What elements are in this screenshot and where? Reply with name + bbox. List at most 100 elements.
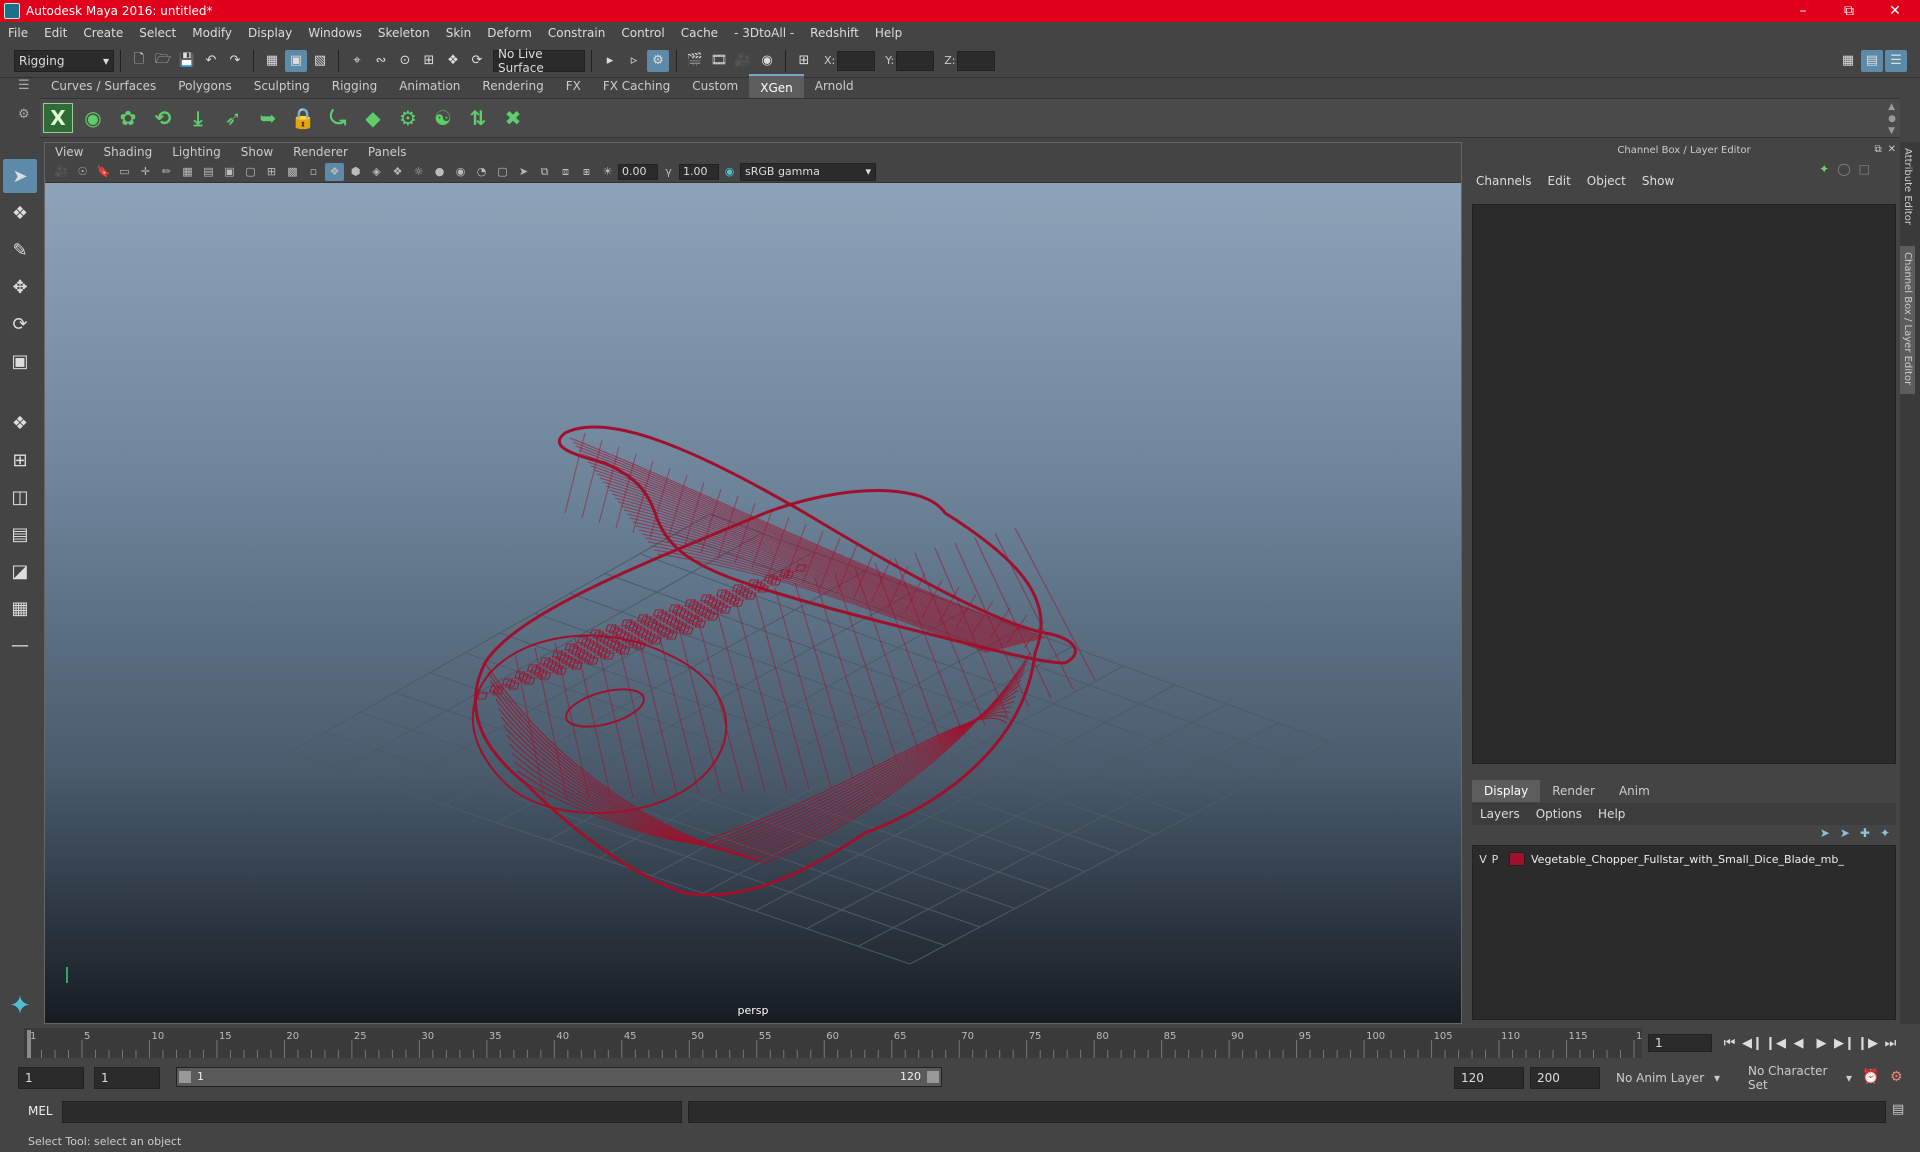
xray-icon[interactable]: ⧉ [535, 163, 554, 181]
layer-visibility-toggle[interactable]: V [1477, 853, 1489, 866]
shadows-icon[interactable]: ● [430, 163, 449, 181]
shelf-menu-icon[interactable]: ☰ [18, 78, 30, 93]
go-to-start-icon[interactable]: ⏮ [1718, 1031, 1741, 1055]
current-frame-field[interactable]: 1 [1648, 1034, 1712, 1052]
range-slider[interactable]: 1 120 [176, 1067, 942, 1087]
animation-preferences-icon[interactable]: ⚙ [1890, 1069, 1903, 1085]
menu-redshift[interactable]: Redshift [802, 26, 867, 40]
move-layer-up-icon[interactable]: ➤ [1820, 826, 1830, 840]
play-backward-icon[interactable]: ◀ [1787, 1031, 1810, 1055]
scale-manip-icon[interactable]: □ [1859, 162, 1870, 176]
restore-icon[interactable]: ⧉ [1826, 0, 1872, 22]
layer-menu-help[interactable]: Help [1590, 807, 1633, 821]
scene-3d[interactable] [45, 183, 1461, 983]
rotate-manip-icon[interactable]: ◯ [1837, 162, 1850, 176]
viewport-canvas[interactable]: persp [45, 183, 1461, 1023]
attribute-editor-side-tab[interactable]: Attribute Editor [1900, 142, 1915, 232]
step-forward-key-icon[interactable]: ❙▶ [1856, 1031, 1879, 1055]
x-coordinate-field[interactable] [837, 50, 876, 71]
grid-icon[interactable]: ▦ [178, 163, 197, 181]
use-all-lights-icon[interactable]: ☼ [409, 163, 428, 181]
playback-start-field[interactable]: 1 [94, 1067, 160, 1089]
menu-edit[interactable]: Edit [36, 26, 75, 40]
z-coordinate-field[interactable] [957, 50, 996, 71]
y-coordinate-field[interactable] [896, 50, 935, 71]
close-icon[interactable]: ✕ [1872, 0, 1918, 22]
rotate-tool-icon[interactable]: ⟳ [3, 307, 37, 341]
single-perspective-layout-icon[interactable]: ❖ [3, 406, 37, 440]
xgen-sculpt-guide-icon[interactable]: ✖ [498, 103, 528, 133]
menu-constrain[interactable]: Constrain [540, 26, 614, 40]
viewport-menu-show[interactable]: Show [231, 145, 283, 159]
move-layer-down-icon[interactable]: ➤ [1840, 826, 1850, 840]
xgen-flip-guide-icon[interactable]: ⇅ [463, 103, 493, 133]
select-tool-icon[interactable]: ➤ [3, 159, 37, 193]
shelf-tab-fx[interactable]: FX [555, 74, 592, 98]
script-editor-icon[interactable]: ▤ [1892, 1102, 1912, 1122]
shelf-tab-arnold[interactable]: Arnold [804, 74, 865, 98]
xgen-editor-icon[interactable]: X [43, 103, 73, 133]
channel-menu-channels[interactable]: Channels [1468, 174, 1540, 188]
gate-mask-icon[interactable]: ▢ [241, 163, 260, 181]
wireframe-icon[interactable]: ❖ [325, 162, 344, 181]
four-view-layout-icon[interactable]: ⊞ [3, 443, 37, 477]
channel-menu-show[interactable]: Show [1634, 174, 1682, 188]
shelf-tab-curves-surfaces[interactable]: Curves / Surfaces [40, 74, 167, 98]
menu-skeleton[interactable]: Skeleton [370, 26, 438, 40]
snap-live-icon[interactable]: ❖ [442, 50, 464, 72]
shelf-tab-fx-caching[interactable]: FX Caching [592, 74, 681, 98]
move-tool-icon[interactable]: ✥ [3, 270, 37, 304]
snap-grid-icon[interactable]: ⌖ [346, 50, 368, 72]
float-panel-icon[interactable]: ⧉ [1874, 144, 1881, 155]
play-forward-icon[interactable]: ▶ [1810, 1031, 1833, 1055]
shelf-tab-polygons[interactable]: Polygons [167, 74, 242, 98]
close-panel-icon[interactable]: ✕ [1888, 144, 1896, 155]
anim-layer-dropdown[interactable]: No Anim Layer ▾ [1616, 1067, 1720, 1089]
menu-3dtoall[interactable]: - 3DtoAll - [726, 26, 802, 40]
shelf-tab-rigging[interactable]: Rigging [321, 74, 388, 98]
script-language-label[interactable]: MEL [28, 1104, 53, 1118]
motion-blur-icon[interactable]: ◔ [472, 163, 491, 181]
step-forward-frame-icon[interactable]: ▶❙ [1833, 1031, 1856, 1055]
textured-icon[interactable]: ❖ [388, 163, 407, 181]
range-start-handle[interactable] [179, 1071, 191, 1083]
layer-menu-layers[interactable]: Layers [1472, 807, 1528, 821]
snap-curve-icon[interactable]: ∾ [370, 50, 392, 72]
playback-end-field[interactable]: 120 [1454, 1067, 1524, 1089]
go-to-end-icon[interactable]: ⏭ [1879, 1031, 1902, 1055]
menu-create[interactable]: Create [75, 26, 131, 40]
channel-box-toggle-icon[interactable]: ☰ [1885, 49, 1907, 72]
live-surface-field[interactable]: No Live Surface [493, 47, 585, 75]
xray-joints-icon[interactable]: ⧈ [556, 163, 575, 181]
grease-pencil-icon[interactable]: ✏ [157, 163, 176, 181]
image-plane-icon[interactable]: ▭ [115, 163, 134, 181]
persp-outliner-layout-icon[interactable]: ▤ [3, 517, 37, 551]
menu-set-dropdown[interactable]: Rigging ▾ [14, 49, 114, 72]
xgen-add-or-move-guide-icon[interactable]: ➶ [218, 103, 248, 133]
channel-box-list[interactable] [1472, 204, 1896, 764]
shelf-scroll-icon[interactable]: ▲ ● ▼ [1888, 101, 1896, 137]
step-back-key-icon[interactable]: ◀❙ [1741, 1031, 1764, 1055]
command-input[interactable] [62, 1101, 682, 1123]
menu-modify[interactable]: Modify [184, 26, 240, 40]
layer-playback-toggle[interactable]: P [1489, 853, 1501, 866]
anti-aliasing-icon[interactable]: ▢ [493, 163, 512, 181]
attribute-editor-toggle-icon[interactable]: ▤ [1861, 49, 1883, 72]
output-ops-icon[interactable]: ▹ [623, 50, 645, 72]
xgen-create-description-icon[interactable]: ✿ [113, 103, 143, 133]
layer-tab-anim[interactable]: Anim [1607, 780, 1662, 802]
minimize-icon[interactable]: – [1780, 0, 1826, 22]
selection-mask-icon[interactable]: ⊞ [793, 50, 815, 72]
layer-tab-render[interactable]: Render [1540, 780, 1607, 802]
bookmark-icon[interactable]: 🔖 [94, 163, 113, 181]
collapse-toolbox-icon[interactable]: — [3, 628, 37, 662]
animation-end-field[interactable]: 200 [1530, 1067, 1600, 1089]
menu-file[interactable]: File [0, 26, 36, 40]
construction-history-icon[interactable]: ⚙ [647, 49, 669, 72]
menu-windows[interactable]: Windows [300, 26, 370, 40]
resolution-gate-icon[interactable]: ▣ [220, 163, 239, 181]
xgen-place-guide-icon[interactable]: ⤓ [183, 103, 213, 133]
character-set-dropdown[interactable]: No Character Set ▾ [1748, 1064, 1852, 1092]
ipr-render-icon[interactable]: 🎥 [732, 50, 754, 72]
shelf-tab-xgen[interactable]: XGen [749, 74, 804, 98]
